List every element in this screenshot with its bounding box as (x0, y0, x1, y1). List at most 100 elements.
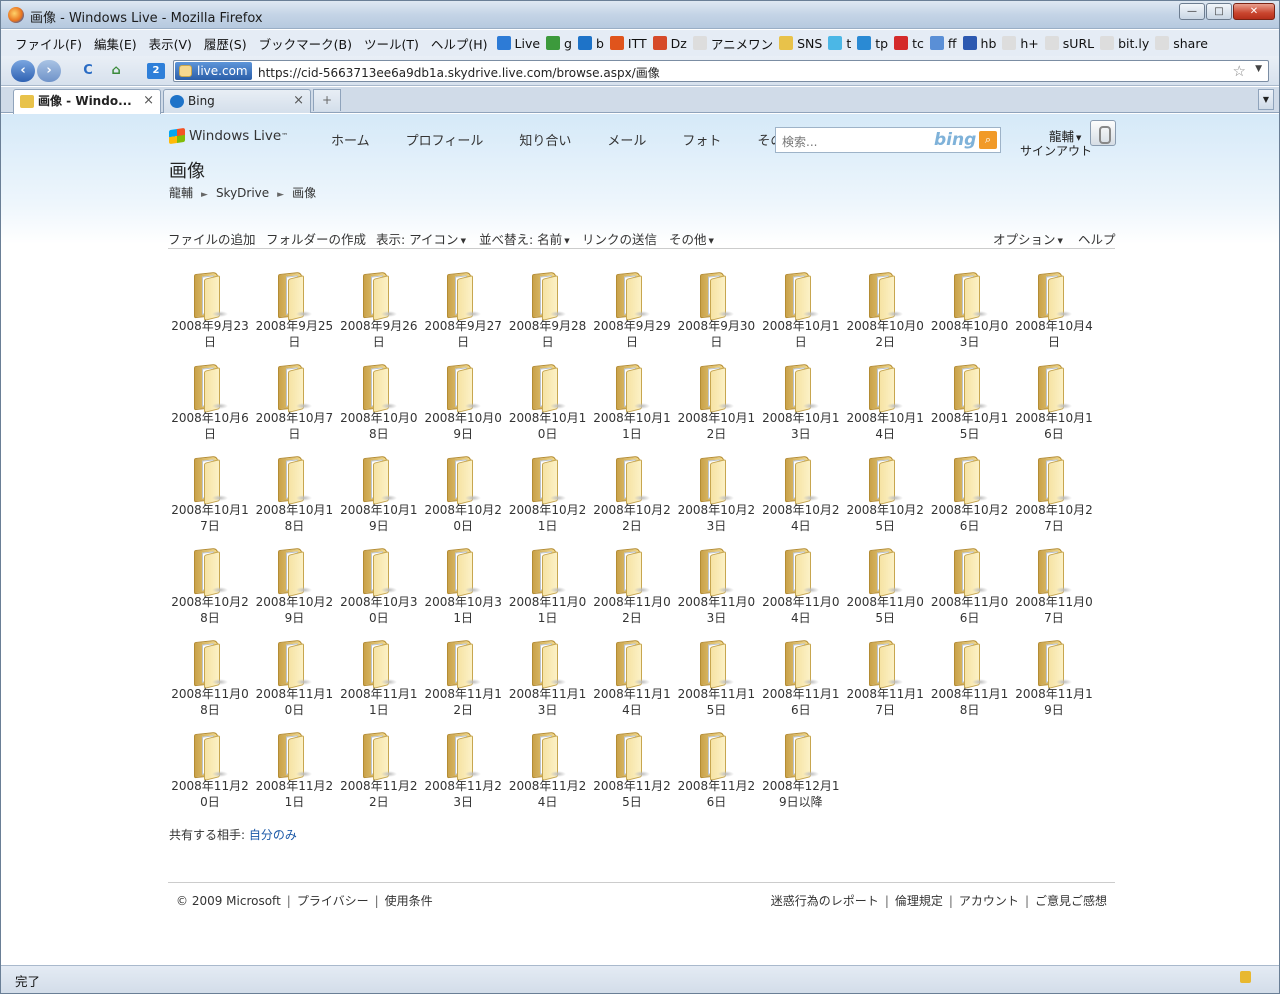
site-nav-item[interactable]: フォト (682, 130, 739, 149)
folder-item[interactable]: 2008年11月14日 (590, 637, 674, 729)
bookmark-item[interactable]: tp (854, 36, 891, 51)
folder-label[interactable]: 2008年11月21日 (252, 779, 336, 810)
footer-link[interactable]: プライバシー (297, 894, 369, 908)
folder-label[interactable]: 2008年11月15日 (674, 687, 758, 718)
folder-label[interactable]: 2008年11月22日 (337, 779, 421, 810)
tab-bing[interactable]: Bing × (163, 89, 311, 113)
footer-link[interactable]: ご意見ご感想 (1035, 894, 1107, 908)
folder-label[interactable]: 2008年11月07日 (1012, 595, 1096, 626)
folder-label[interactable]: 2008年11月23日 (421, 779, 505, 810)
folder-label[interactable]: 2008年9月30日 (674, 319, 758, 350)
folder-label[interactable]: 2008年10月31日 (421, 595, 505, 626)
folder-label[interactable]: 2008年11月24日 (506, 779, 590, 810)
menu-item[interactable]: 履歴(S) (198, 34, 253, 53)
folder-label[interactable]: 2008年11月20日 (168, 779, 252, 810)
folder-item[interactable]: 2008年11月20日 (168, 729, 252, 821)
menu-item[interactable]: ツール(T) (358, 34, 425, 53)
site-nav-item[interactable]: メール (607, 130, 664, 149)
folder-item[interactable]: 2008年11月22日 (337, 729, 421, 821)
folder-item[interactable]: 2008年10月20日 (421, 453, 505, 545)
folder-item[interactable]: 2008年11月02日 (590, 545, 674, 637)
folder-label[interactable]: 2008年11月26日 (674, 779, 758, 810)
folder-item[interactable]: 2008年11月06日 (928, 545, 1012, 637)
folder-label[interactable]: 2008年10月23日 (674, 503, 758, 534)
home-button[interactable]: ⌂ (107, 60, 125, 82)
folder-label[interactable]: 2008年10月13日 (759, 411, 843, 442)
folder-label[interactable]: 2008年11月05日 (843, 595, 927, 626)
back-button[interactable]: ‹ (11, 60, 35, 82)
folder-item[interactable]: 2008年10月08日 (337, 361, 421, 453)
folder-label[interactable]: 2008年11月01日 (506, 595, 590, 626)
options-menu[interactable]: オプション ▼ (993, 229, 1063, 248)
folder-label[interactable]: 2008年11月14日 (590, 687, 674, 718)
bookmark-item[interactable]: sURL (1042, 36, 1097, 51)
folder-label[interactable]: 2008年11月12日 (421, 687, 505, 718)
folder-item[interactable]: 2008年11月26日 (674, 729, 758, 821)
help-link[interactable]: ヘルプ (1078, 229, 1116, 248)
folder-item[interactable]: 2008年10月03日 (928, 269, 1012, 361)
bookmark-item[interactable]: h+ (999, 36, 1041, 51)
folder-item[interactable]: 2008年10月10日 (506, 361, 590, 453)
url-text[interactable]: https://cid-5663713ee6a9db1a.skydrive.li… (258, 64, 660, 81)
folder-item[interactable]: 2008年10月25日 (843, 453, 927, 545)
folder-label[interactable]: 2008年10月26日 (928, 503, 1012, 534)
folder-label[interactable]: 2008年9月25日 (252, 319, 336, 350)
folder-item[interactable]: 2008年11月17日 (843, 637, 927, 729)
folder-label[interactable]: 2008年12月19日以降 (759, 779, 843, 810)
folder-item[interactable]: 2008年10月15日 (928, 361, 1012, 453)
tab-count-icon[interactable]: 2 (147, 63, 165, 79)
view-menu[interactable]: 表示: アイコン ▼ (376, 229, 466, 248)
folder-item[interactable]: 2008年9月25日 (252, 269, 336, 361)
menu-item[interactable]: ヘルプ(H) (425, 34, 494, 53)
folder-item[interactable]: 2008年10月29日 (252, 545, 336, 637)
folder-label[interactable]: 2008年10月1日 (759, 319, 843, 350)
folder-item[interactable]: 2008年9月28日 (506, 269, 590, 361)
new-tab-button[interactable]: + (313, 89, 341, 111)
folder-item[interactable]: 2008年10月12日 (674, 361, 758, 453)
folder-item[interactable]: 2008年9月23日 (168, 269, 252, 361)
address-bar[interactable]: live.com https://cid-5663713ee6a9db1a.sk… (173, 60, 1269, 82)
folder-item[interactable]: 2008年11月04日 (759, 545, 843, 637)
send-link-button[interactable]: リンクの送信 (582, 229, 657, 248)
menu-item[interactable]: ファイル(F) (9, 34, 88, 53)
folder-item[interactable]: 2008年10月28日 (168, 545, 252, 637)
chevron-down-icon[interactable]: ▼ (1255, 64, 1262, 74)
site-nav-item[interactable]: 知り合い (519, 130, 589, 149)
more-menu[interactable]: その他 ▼ (669, 229, 714, 248)
folder-label[interactable]: 2008年10月20日 (421, 503, 505, 534)
folder-label[interactable]: 2008年9月27日 (421, 319, 505, 350)
folder-label[interactable]: 2008年10月03日 (928, 319, 1012, 350)
folder-item[interactable]: 2008年9月29日 (590, 269, 674, 361)
folder-item[interactable]: 2008年10月02日 (843, 269, 927, 361)
folder-item[interactable]: 2008年10月26日 (928, 453, 1012, 545)
folder-label[interactable]: 2008年10月27日 (1012, 503, 1096, 534)
minimize-button[interactable]: — (1179, 3, 1205, 20)
folder-item[interactable]: 2008年10月13日 (759, 361, 843, 453)
bookmark-item[interactable]: ITT (607, 36, 650, 51)
menu-item[interactable]: ブックマーク(B) (253, 34, 358, 53)
create-folder-button[interactable]: フォルダーの作成 (266, 229, 366, 248)
folder-label[interactable]: 2008年10月28日 (168, 595, 252, 626)
folder-item[interactable]: 2008年10月21日 (506, 453, 590, 545)
folder-item[interactable]: 2008年11月19日 (1012, 637, 1096, 729)
footer-link[interactable]: 迷惑行為のレポート (771, 894, 879, 908)
folder-item[interactable]: 2008年11月18日 (928, 637, 1012, 729)
site-nav-item[interactable]: プロフィール (406, 130, 502, 149)
bookmark-item[interactable]: t (825, 36, 854, 51)
folder-label[interactable]: 2008年11月25日 (590, 779, 674, 810)
folder-label[interactable]: 2008年10月08日 (337, 411, 421, 442)
folder-item[interactable]: 2008年11月21日 (252, 729, 336, 821)
folder-label[interactable]: 2008年10月21日 (506, 503, 590, 534)
folder-label[interactable]: 2008年10月25日 (843, 503, 927, 534)
folder-item[interactable]: 2008年10月11日 (590, 361, 674, 453)
folder-label[interactable]: 2008年10月29日 (252, 595, 336, 626)
bookmark-item[interactable]: b (575, 36, 607, 51)
tab-close-icon[interactable]: × (143, 90, 154, 112)
folder-item[interactable]: 2008年12月19日以降 (759, 729, 843, 821)
bookmark-item[interactable]: アニメワン (690, 34, 776, 53)
bookmark-item[interactable]: share (1152, 36, 1211, 51)
folder-item[interactable]: 2008年9月30日 (674, 269, 758, 361)
folder-item[interactable]: 2008年10月24日 (759, 453, 843, 545)
maximize-button[interactable]: □ (1206, 3, 1232, 20)
folder-label[interactable]: 2008年10月15日 (928, 411, 1012, 442)
